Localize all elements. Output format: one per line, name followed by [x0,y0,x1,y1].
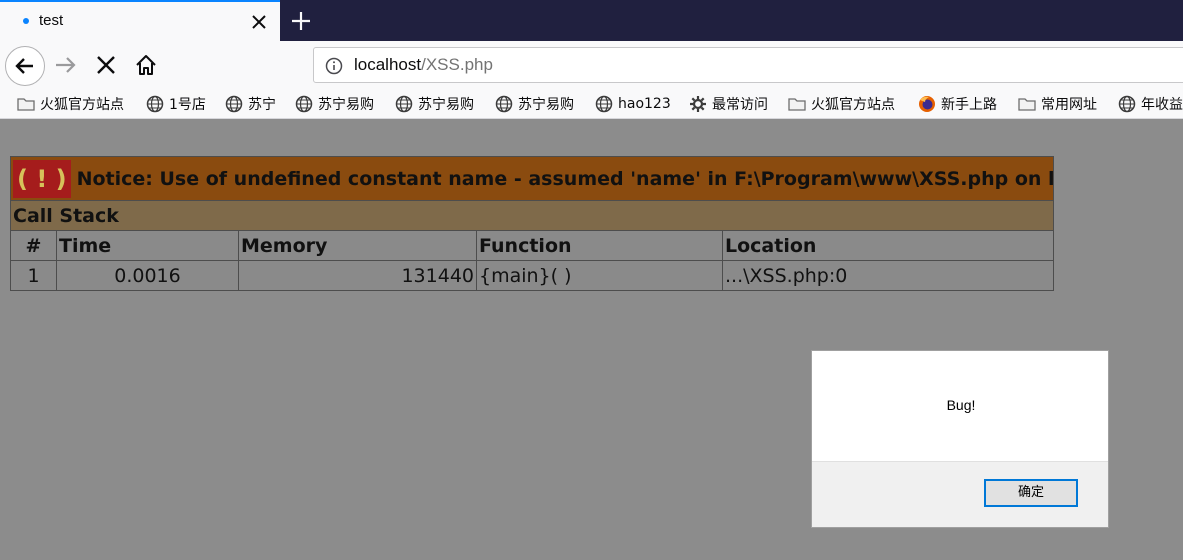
folder-icon [787,94,807,114]
column-header-function: Function [476,230,723,261]
cell-time: 0.0016 [56,260,239,291]
globe-icon [145,94,165,114]
bookmark-label: 苏宁易购 [518,97,574,113]
site-info-icon[interactable] [325,57,343,75]
table-row: 1 0.0016 131440 {main}( ) ...\XSS.php:0 [10,260,1054,291]
firefox-icon [917,94,937,114]
bookmark-label: hao123 [618,96,671,112]
bookmark-item[interactable]: 火狐官方站点 [16,93,124,115]
column-header-location: Location [722,230,1054,261]
bookmark-label: 苏宁易购 [318,97,374,113]
bookmark-item[interactable]: 新手上路 [917,93,997,115]
globe-icon [224,94,244,114]
call-stack-title: Call Stack [10,200,1054,231]
stop-loading-icon[interactable] [94,53,118,77]
cell-memory: 131440 [238,260,477,291]
globe-icon [494,94,514,114]
globe-icon [1117,94,1137,114]
gear-icon [688,94,708,114]
folder-icon [1017,94,1037,114]
bookmark-item[interactable]: 苏宁易购 [294,93,374,115]
bookmark-item[interactable]: 火狐官方站点 [787,93,895,115]
tab-close-icon[interactable] [248,11,270,33]
column-header-memory: Memory [238,230,477,261]
bookmark-label: 火狐官方站点 [40,97,124,113]
bookmark-label: 火狐官方站点 [811,97,895,113]
bookmark-label: 1号店 [169,97,206,113]
new-tab-plus-icon[interactable] [288,8,314,34]
loading-dot-icon [23,18,29,24]
bookmark-label: 最常访问 [712,97,768,113]
url-text: localhost/XSS.php [354,55,493,75]
back-arrow-icon[interactable] [5,46,45,86]
bookmarks-toolbar: 火狐官方站点 1号店 苏宁 苏宁易购 苏宁易购 苏宁易购 hao123 最常访问 火狐官方站点 新… [0,89,1183,119]
bookmark-item[interactable]: 常用网址 [1017,93,1097,115]
bookmark-item[interactable]: 苏宁 [224,93,276,115]
bookmark-item[interactable]: 苏宁易购 [494,93,574,115]
folder-icon [16,94,36,114]
cell-function: {main}( ) [476,260,723,291]
ok-button[interactable]: 确定 [984,479,1078,507]
bookmark-item[interactable]: hao123 [594,93,671,115]
bookmark-label: 苏宁 [248,97,276,113]
tab-strip: test [0,0,1183,41]
navigation-toolbar: localhost/XSS.php [0,41,1183,89]
alert-footer: 确定 [812,461,1108,527]
bookmark-item[interactable]: 年收益 [1117,93,1183,115]
bookmark-label: 新手上路 [941,97,997,113]
bookmark-label: 常用网址 [1041,97,1097,113]
bookmark-item[interactable]: 最常访问 [688,93,768,115]
alert-message: Bug! [946,397,976,413]
globe-icon [594,94,614,114]
bookmark-label: 苏宁易购 [418,97,474,113]
bookmark-label: 年收益 [1141,97,1183,113]
globe-icon [294,94,314,114]
tab-test[interactable]: test [0,0,280,41]
bookmark-item[interactable]: 1号店 [145,93,206,115]
url-path: /XSS.php [421,55,493,74]
tab-title: test [39,12,64,29]
globe-icon [394,94,414,114]
cell-location: ...\XSS.php:0 [722,260,1054,291]
xdebug-error-table: ( ! ) Notice: Use of undefined constant … [10,156,1054,291]
error-badge: ( ! ) [13,159,71,198]
home-icon[interactable] [134,53,158,77]
column-header-time: Time [56,230,239,261]
alert-dialog: Bug! 确定 [811,350,1109,528]
cell-number: 1 [10,260,57,291]
column-header-number: # [10,230,57,261]
forward-arrow-icon[interactable] [54,53,78,77]
bookmark-item[interactable]: 苏宁易购 [394,93,474,115]
address-bar[interactable]: localhost/XSS.php [313,47,1183,83]
url-host: localhost [354,55,422,74]
notice-header: ( ! ) Notice: Use of undefined constant … [10,156,1054,201]
notice-message: Notice: Use of undefined constant name -… [76,167,1053,190]
